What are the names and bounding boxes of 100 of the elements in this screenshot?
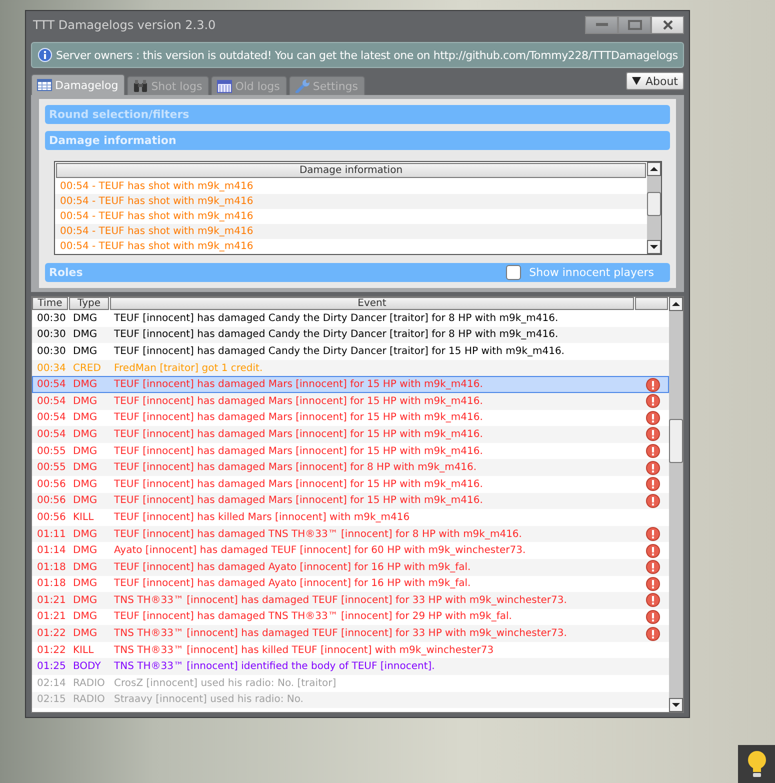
table-cell-text: 00:56: [36, 512, 67, 523]
column-header[interactable]: Time: [32, 297, 68, 310]
close-button[interactable]: [651, 16, 684, 34]
table-row[interactable]: 00:30 DMG TEUF [innocent] has damaged Candy the Dirty Dancer [traitor] for 8 HP with m9k_m416.: [32, 326, 669, 344]
table-row[interactable]: 01:18 DMG TEUF [innocent] has damaged Ayato [innocent] for 16 HP with m9k_fal.: [32, 576, 669, 592]
minimize-button[interactable]: [585, 16, 618, 34]
table-cell-text: DMG: [72, 412, 98, 424]
table-cell-text: TEUF [innocent] has killed Mars [innocent] with m9k_m416: [113, 512, 411, 523]
table-row[interactable]: 00:34 CRED FredMan [traitor] got 1 credit.: [32, 360, 669, 376]
table-cell-text: TEUF [innocent] has damaged Mars [innocent] for 15 HP with m9k_m416.: [113, 446, 484, 457]
column-header: Damage information: [56, 163, 646, 178]
table-cell-text: TNS TH®33™ [innocent] identified the body of TEUF [innocent].: [113, 661, 436, 672]
table-cell-text: 01:21: [36, 611, 67, 622]
table-cell-text: DMG: [72, 545, 98, 556]
table-row[interactable]: 01:22 KILL TNS TH®33™ [innocent] has killed TEUF [innocent] with m9k_winchester73: [32, 642, 669, 658]
table-cell-text: BODY: [72, 661, 102, 672]
table-cell-text: DMG: [72, 428, 98, 440]
scroll-thumb[interactable]: [647, 192, 661, 216]
table-cell-text: DMG: [72, 346, 98, 357]
table-row[interactable]: 00:55 DMG TEUF [innocent] has damaged Mars [innocent] for 8 HP with m9k_m416.: [32, 459, 669, 476]
table-row[interactable]: 01:11 DMG TEUF [innocent] has damaged TNS TH®33™ [innocent] for 8 HP with m9k_m416.: [32, 526, 669, 542]
table-row[interactable]: 00:54 DMG TEUF [innocent] has damaged Mars [innocent] for 15 HP with m9k_m416.: [32, 410, 669, 426]
table-row[interactable]: 00:54 DMG TEUF [innocent] has damaged Mars [innocent] for 15 HP with m9k_m416.: [32, 392, 669, 410]
light-bulb-icon: [746, 750, 766, 778]
table-cell-text: DMG: [72, 495, 98, 506]
table-cell-text: DMG: [72, 379, 98, 390]
table-cell-text: DMG: [72, 396, 98, 407]
close-icon: [662, 20, 672, 30]
table-cell-text: DMG: [72, 312, 98, 324]
table-cell-text: TNS TH®33™ [innocent] has damaged TEUF [innocent] for 33 HP with m9k_winchester73.: [113, 628, 568, 640]
table-cell-text: 00:56: [36, 478, 67, 490]
column-header[interactable]: Type: [69, 297, 109, 310]
table-row[interactable]: 00:30 DMG TEUF [innocent] has damaged Candy the Dirty Dancer [traitor] for 8 HP with m9k_m416.: [32, 310, 669, 327]
table-row[interactable]: 00:54 DMG TEUF [innocent] has damaged Mars [innocent] for 15 HP with m9k_m416.: [32, 426, 669, 443]
tab[interactable]: Damagelog: [31, 74, 126, 95]
table-cell-text: TNS TH®33™ [innocent] has killed TEUF [innocent] with m9k_winchester73: [113, 644, 495, 656]
checkbox[interactable]: [506, 265, 522, 280]
scrollbar[interactable]: [647, 162, 661, 254]
table-cell-text: TEUF [innocent] has damaged Candy the Dirty Dancer [traitor] for 15 HP with m9k_m416.: [113, 346, 566, 357]
table-cell-text: 01:18: [36, 562, 67, 573]
table-cell-text: 01:14: [36, 545, 67, 556]
table-row[interactable]: 01:21 DMG TNS TH®33™ [innocent] has damaged TEUF [innocent] for 33 HP with m9k_winchester73.: [32, 592, 669, 609]
table-cell-text: 01:22: [36, 628, 67, 640]
table-row[interactable]: 02:15 RADIO Straavy [innocent] used his radio: No.: [32, 692, 669, 708]
column-header[interactable]: Event: [110, 297, 634, 310]
table-row[interactable]: 00:56 KILL TEUF [innocent] has killed Mars [innocent] with m9k_m416: [32, 509, 669, 526]
table-row[interactable]: 00:56 DMG TEUF [innocent] has damaged Mars [innocent] for 15 HP with m9k_m416.: [32, 492, 669, 510]
table-row[interactable]: 01:14 DMG Ayato [innocent] has damaged TEUF [innocent] for 60 HP with m9k_winchester73.: [32, 542, 669, 559]
table-cell-text: FredMan [traitor] got 1 credit.: [113, 362, 264, 374]
table-cell-text: TEUF [innocent] has damaged Ayato [innocent] for 16 HP with m9k_fal.: [113, 562, 472, 573]
about-button[interactable]: About: [626, 72, 684, 90]
table-cell-text: TEUF [innocent] has damaged Mars [innocent] for 15 HP with m9k_m416.: [113, 495, 484, 506]
table-cell-text: 01:18: [36, 578, 67, 590]
table-cell-text: TEUF [innocent] has damaged Mars [innocent] for 15 HP with m9k_m416.: [113, 396, 484, 407]
table-cell-text: DMG: [72, 611, 98, 622]
table-row[interactable]: 01:22 DMG TNS TH®33™ [innocent] has damaged TEUF [innocent] for 33 HP with m9k_winchester73.: [32, 625, 669, 642]
section-header[interactable]: Damage information: [45, 131, 670, 150]
table-cell-text: 01:21: [36, 594, 67, 606]
table-cell-text: RADIO: [72, 678, 106, 689]
table-cell-text: 00:54: [36, 412, 67, 424]
table-cell-text: 00:34: [36, 362, 67, 374]
table-cell-text: TEUF [innocent] has damaged Candy the Dirty Dancer [traitor] for 8 HP with m9k_m416.: [113, 312, 560, 324]
table-row[interactable]: 00:55 DMG TEUF [innocent] has damaged Mars [innocent] for 15 HP with m9k_m416.: [32, 442, 669, 460]
table-row[interactable]: 00:56 DMG TEUF [innocent] has damaged Mars [innocent] for 15 HP with m9k_m416.: [32, 476, 669, 493]
calendar-icon: [217, 79, 232, 93]
table-cell-text: 00:30: [36, 329, 67, 340]
table-row[interactable]: 01:25 BODY TNS TH®33™ [innocent] identified the body of TEUF [innocent].: [32, 658, 669, 676]
hint-button[interactable]: [738, 745, 775, 783]
table-row[interactable]: 01:21 DMG TEUF [innocent] has damaged TNS TH®33™ [innocent] for 29 HP with m9k_fal.: [32, 608, 669, 626]
table-cell-text: 00:54: [36, 428, 67, 440]
list-row-text: 00:54 - TEUF has shot with m9k_m416: [59, 210, 254, 224]
table-cell-text: DMG: [72, 594, 98, 606]
scroll-thumb[interactable]: [669, 419, 683, 463]
table-cell-text: 01:22: [36, 644, 67, 656]
list-row: 00:54 - TEUF has shot with m9k_m416: [55, 224, 647, 239]
section-title[interactable]: Roles: [49, 266, 83, 279]
table-row[interactable]: 00:30 DMG TEUF [innocent] has damaged Candy the Dirty Dancer [traitor] for 15 HP with m9k_m416.: [32, 343, 669, 360]
table-cell-text: 00:30: [36, 346, 67, 357]
table-row[interactable]: 02:14 RADIO CrosZ [innocent] used his radio: No. [traitor]: [32, 675, 669, 692]
table-cell-text: 00:54: [36, 379, 67, 390]
table-cell-text: 00:56: [36, 495, 67, 506]
table-cell-text: 02:14: [36, 678, 67, 689]
maximize-icon: [628, 20, 642, 30]
window-title: TTT Damagelogs version 2.3.0: [32, 18, 216, 32]
table-cell-text: DMG: [72, 628, 98, 640]
checkbox-label[interactable]: Show innocent players: [529, 266, 654, 279]
table-cell-text: DMG: [72, 478, 98, 490]
table-cell-text: 02:15: [36, 694, 67, 706]
minimize-icon: [596, 23, 608, 27]
scrollbar[interactable]: [669, 297, 683, 712]
table-cell-text: DMG: [72, 562, 98, 573]
table-row[interactable]: 01:18 DMG TEUF [innocent] has damaged Ayato [innocent] for 16 HP with m9k_fal.: [32, 558, 669, 576]
table-cell-text: TEUF [innocent] has damaged Mars [innocent] for 15 HP with m9k_m416.: [113, 412, 484, 424]
table-cell-text: TEUF [innocent] has damaged Mars [innocent] for 15 HP with m9k_m416.: [113, 428, 484, 440]
list-row: 00:54 - TEUF has shot with m9k_m416: [55, 194, 647, 209]
table-cell-text: DMG: [72, 446, 98, 457]
table-cell-text: CrosZ [innocent] used his radio: No. [traitor]: [113, 678, 338, 689]
info-icon: [38, 48, 52, 62]
table-cell-text: TEUF [innocent] has damaged TNS TH®33™ [innocent] for 29 HP with m9k_fal.: [113, 611, 513, 622]
table-row[interactable]: 00:54 DMG TEUF [innocent] has damaged Mars [innocent] for 15 HP with m9k_m416.: [32, 376, 669, 393]
